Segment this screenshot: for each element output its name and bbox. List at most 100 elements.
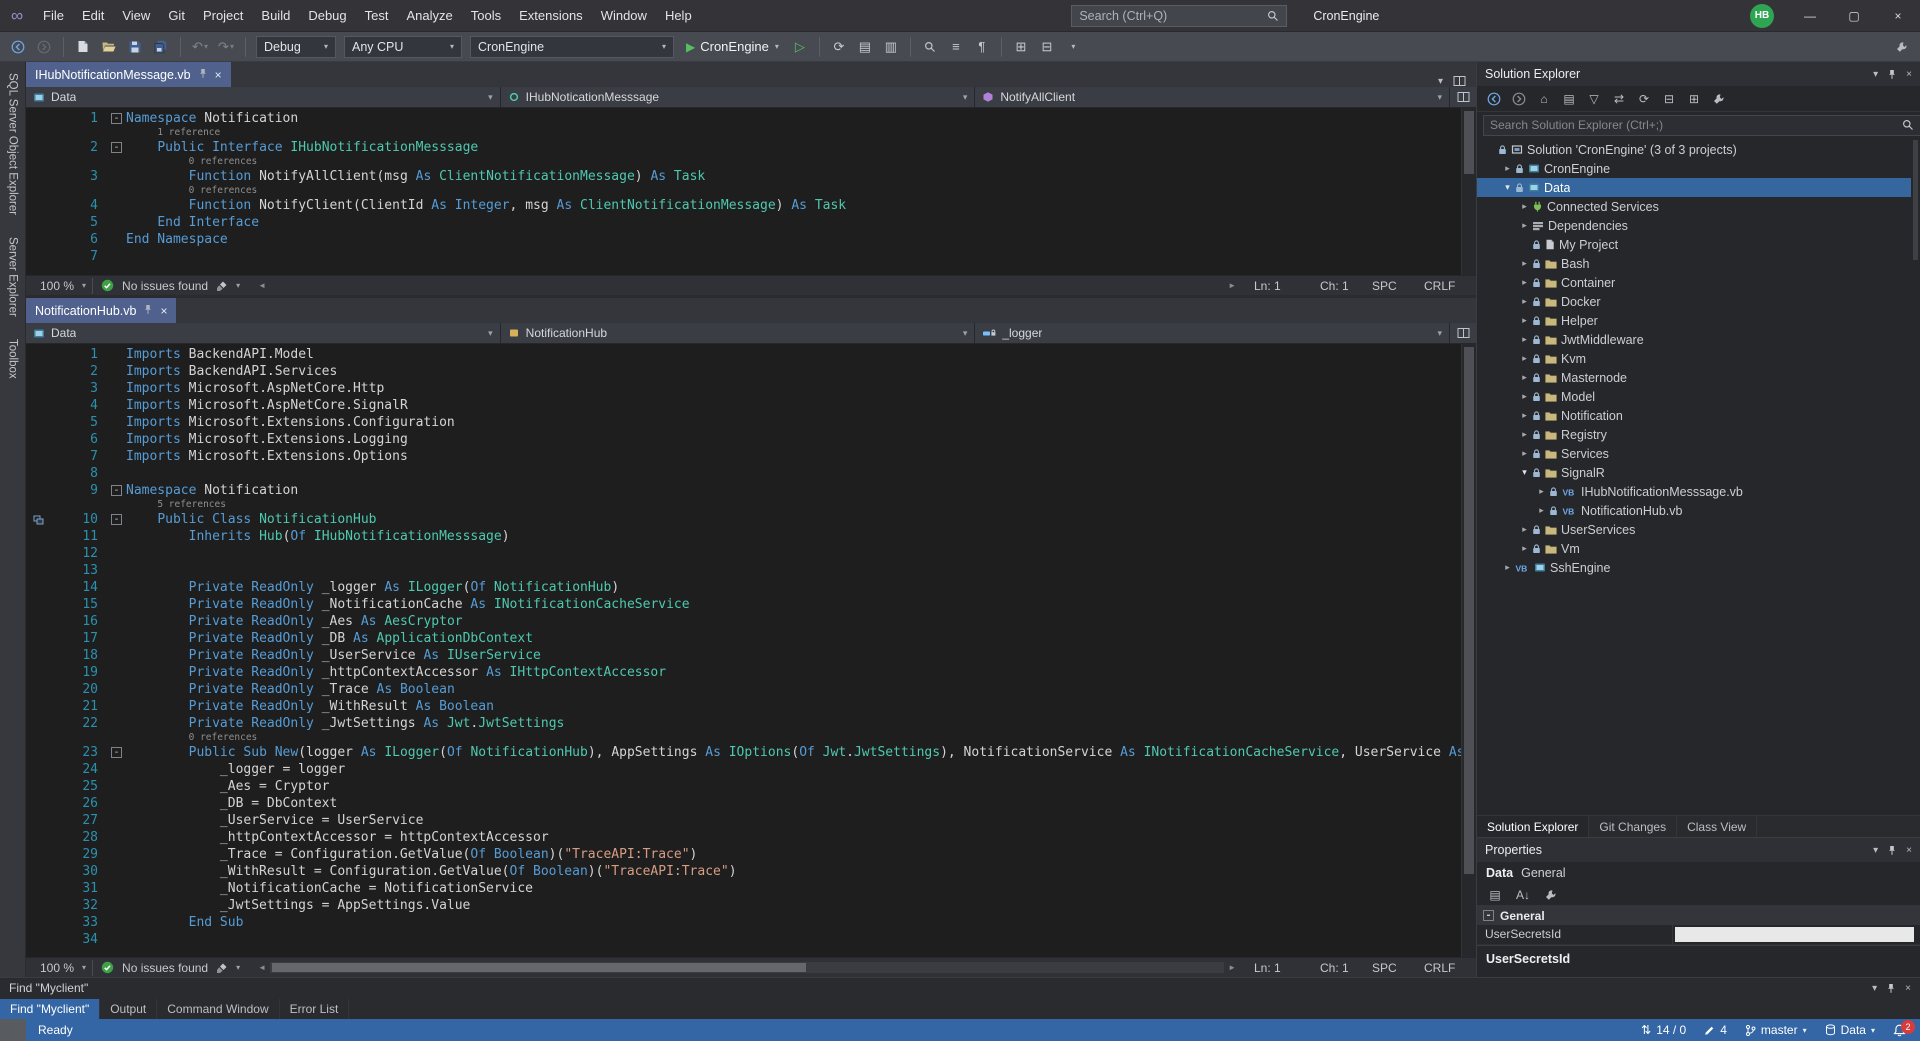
tree-item-my-project[interactable]: My Project [1477,235,1920,254]
document-tab-top[interactable]: IHubNotificationMessage.vb × [26,62,231,87]
start-without-debugging-icon[interactable]: ▷ [788,35,812,59]
glyph-margin[interactable] [26,139,50,156]
menu-item-file[interactable]: File [34,0,73,32]
scrollbar-thumb[interactable] [1464,111,1474,175]
tab-git-changes[interactable]: Git Changes [1589,816,1678,837]
glyph-margin[interactable] [26,579,50,596]
platform-select[interactable]: Any CPU ▾ [344,35,462,58]
glyph-margin[interactable] [26,829,50,846]
document-tab-bottom[interactable]: NotificationHub.vb × [26,298,177,323]
glyph-margin[interactable] [26,795,50,812]
collapse-all-icon[interactable]: ⊟ [1658,89,1680,109]
glyph-margin[interactable] [26,562,50,579]
glyph-margin[interactable] [26,647,50,664]
tree-collapsed-arrow-icon[interactable]: ▸ [1517,410,1532,421]
bookmark-icon[interactable]: ⊞ [1009,35,1033,59]
close-tab-icon[interactable]: × [160,304,167,318]
glyph-margin[interactable] [26,761,50,778]
tree-collapsed-arrow-icon[interactable]: ▸ [1517,201,1532,212]
tree-item-notification[interactable]: ▸ Notification [1477,406,1920,425]
tab-output[interactable]: Output [100,998,158,1019]
pin-panel-icon[interactable] [1887,845,1897,856]
codelens-references[interactable]: 5 references [157,499,226,511]
tree-item-container[interactable]: ▸ Container [1477,273,1920,292]
glyph-margin[interactable] [26,931,50,948]
fold-collapse-icon[interactable]: - [111,485,122,496]
save-icon[interactable] [123,35,147,59]
git-sync-status[interactable]: ⇅ 14 / 0 [1641,1023,1686,1037]
active-documents-icon[interactable]: ▾ [1438,76,1443,87]
zoom-select[interactable]: 100 % ▾ [34,959,94,976]
start-debugging-button[interactable]: ▶ CronEngine ▾ [679,35,786,59]
new-file-icon[interactable] [71,35,95,59]
vertical-scrollbar[interactable] [1461,344,1476,957]
codelens-references[interactable]: 0 references [189,156,258,168]
tree-item-signalr[interactable]: ▾ SignalR [1477,463,1920,482]
side-tab-toolbox[interactable]: Toolbox [7,328,19,390]
tree-item-data[interactable]: ▾ Data [1477,178,1920,197]
feedback-icon[interactable] [1890,35,1914,59]
tree-item-docker[interactable]: ▸ Docker [1477,292,1920,311]
tree-item-ihubnotificationmesssage-vb[interactable]: ▸ VB IHubNotificationMesssage.vb [1477,482,1920,501]
scrollbar-thumb[interactable] [272,963,807,972]
glyph-margin[interactable] [26,664,50,681]
redo-icon[interactable]: ↷ ▾ [214,35,238,59]
split-editor-icon[interactable] [1450,87,1477,107]
close-panel-icon[interactable]: × [1905,983,1911,994]
code-editor-bottom[interactable]: 1 Imports BackendAPI.Model 2 Imports Backen… [26,344,1461,957]
startup-project-select[interactable]: CronEngine ▾ [470,35,674,58]
properties-window-icon[interactable] [1708,89,1730,109]
panel-menu-icon[interactable]: ▾ [1873,69,1878,80]
glyph-margin[interactable] [26,214,50,231]
panel-menu-icon[interactable]: ▾ [1872,983,1877,994]
menu-item-tools[interactable]: Tools [462,0,510,32]
codelens-references[interactable]: 0 references [189,185,258,197]
glyph-margin[interactable] [26,812,50,829]
horizontal-scrollbar[interactable]: ◄ ► [258,962,1236,973]
tree-item-vm[interactable]: ▸ Vm [1477,539,1920,558]
issues-status[interactable]: No issues found [122,279,208,293]
hot-reload-icon[interactable]: ⟳ [827,35,851,59]
tree-item-notificationhub-vb[interactable]: ▸ VB NotificationHub.vb [1477,501,1920,520]
side-tab-server-explorer[interactable]: Server Explorer [7,226,19,328]
issues-status[interactable]: No issues found [122,961,208,975]
breadcrumb-data[interactable]: Data ▾ [26,87,501,107]
property-category[interactable]: - General [1477,906,1920,925]
tree-collapsed-arrow-icon[interactable]: ▸ [1517,391,1532,402]
tree-collapsed-arrow-icon[interactable]: ▸ [1517,334,1532,345]
code-editor-top[interactable]: 1- Namespace Notification 1 reference 2- Pu… [26,108,1461,275]
tree-item-connected-services[interactable]: ▸ Connected Services [1477,197,1920,216]
glyph-margin[interactable] [26,778,50,795]
tree-collapsed-arrow-icon[interactable]: ▸ [1534,505,1549,516]
glyph-margin[interactable] [26,346,50,363]
menu-item-analyze[interactable]: Analyze [397,0,461,32]
tree-collapsed-arrow-icon[interactable]: ▸ [1517,372,1532,383]
tree-item-userservices[interactable]: ▸ UserServices [1477,520,1920,539]
menu-item-view[interactable]: View [113,0,159,32]
tree-item-registry[interactable]: ▸ Registry [1477,425,1920,444]
sync-with-active-document-icon[interactable]: ⇄ [1608,89,1630,109]
alphabetical-icon[interactable]: A↓ [1512,885,1534,905]
glyph-margin[interactable] [26,465,50,482]
tree-item-bash[interactable]: ▸ Bash [1477,254,1920,273]
vertical-scrollbar[interactable] [1461,108,1476,275]
tree-item-kvm[interactable]: ▸ Kvm [1477,349,1920,368]
pending-changes-filter-icon[interactable]: ▽ [1583,89,1605,109]
code-cleanup-icon[interactable] [216,280,228,292]
git-branch-picker[interactable]: master ▾ [1745,1023,1807,1037]
glyph-margin[interactable] [26,698,50,715]
close-tab-icon[interactable]: × [215,68,222,82]
glyph-margin[interactable] [26,482,50,499]
tree-collapsed-arrow-icon[interactable]: ▸ [1517,296,1532,307]
toolbar-overflow-icon[interactable]: ▾ [1061,35,1085,59]
tree-item-dependencies[interactable]: ▸ Dependencies [1477,216,1920,235]
menu-item-help[interactable]: Help [656,0,701,32]
glyph-margin[interactable] [26,431,50,448]
se-forward-icon[interactable] [1508,89,1530,109]
tree-scrollbar[interactable] [1911,138,1920,815]
glyph-margin[interactable] [26,363,50,380]
tree-item-solution-cronengine-3-of-3-projects[interactable]: Solution 'CronEngine' (3 of 3 projects) [1477,140,1920,159]
fold-collapse-icon[interactable]: - [111,142,122,153]
properties-object-row[interactable]: Data General [1477,862,1920,884]
tree-item-masternode[interactable]: ▸ Masternode [1477,368,1920,387]
